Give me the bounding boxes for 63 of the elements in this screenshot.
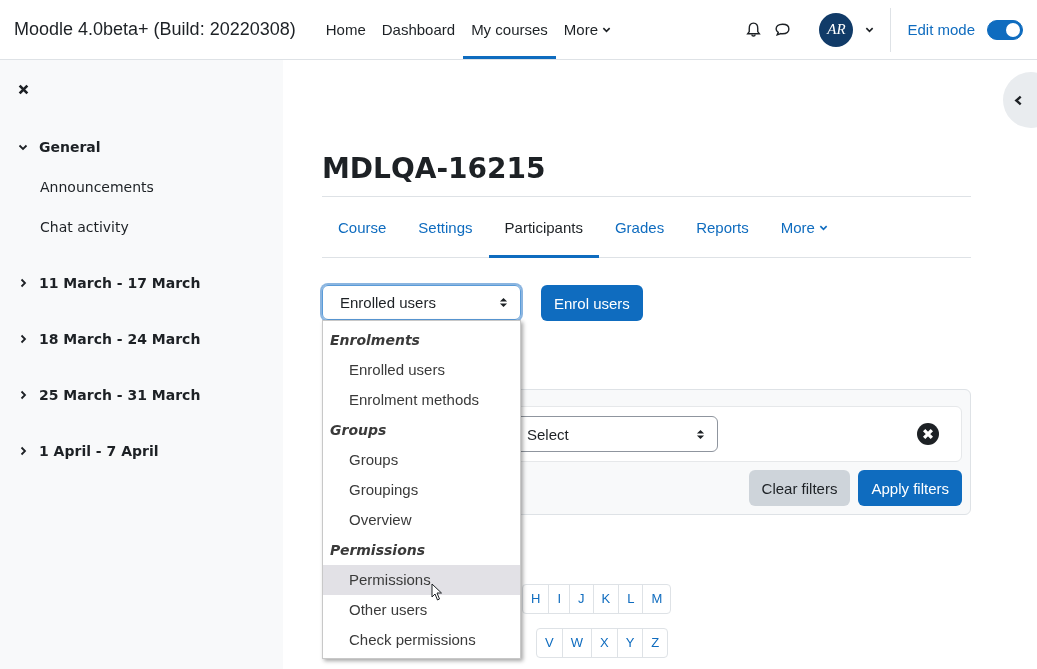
apply-filters-button[interactable]: Apply filters: [858, 470, 962, 506]
initial-letter-link[interactable]: X: [590, 628, 618, 658]
chevron-down-icon: [818, 223, 828, 232]
edit-mode-label: Edit mode: [907, 21, 975, 38]
initial-letter-link[interactable]: I: [548, 584, 570, 614]
section-title[interactable]: 1 April - 7 April: [39, 443, 159, 459]
enrol-users-button[interactable]: Enrol users: [541, 285, 643, 321]
nav-link[interactable]: More: [555, 0, 619, 59]
section-chevron-icon[interactable]: [18, 278, 28, 288]
dropdown-option[interactable]: Enrolled users: [323, 355, 520, 385]
course-tab[interactable]: Participants: [488, 197, 599, 258]
section-title[interactable]: 25 March - 31 March: [39, 387, 201, 403]
dropdown-option[interactable]: Permissions: [323, 565, 520, 595]
option-group-label: Enrolments: [329, 331, 421, 350]
option-group-label: Permissions: [329, 541, 427, 560]
edit-mode-toggle[interactable]: [987, 19, 1023, 40]
option-group-label: Groups: [329, 421, 388, 440]
mouse-cursor-icon: [431, 583, 443, 601]
course-tab[interactable]: Grades: [598, 197, 681, 258]
initial-letter-link[interactable]: M: [642, 584, 672, 614]
initial-letter-link[interactable]: J: [569, 584, 594, 614]
dropdown-option[interactable]: Enrolment methods: [323, 385, 520, 415]
activity-link[interactable]: Chat activity: [40, 219, 283, 235]
dropdown-option[interactable]: Groupings: [323, 475, 520, 505]
initial-letter-link[interactable]: K: [592, 584, 620, 614]
site-name[interactable]: Moodle 4.0beta+ (Build: 20220308): [14, 19, 296, 40]
course-tab[interactable]: Reports: [680, 197, 765, 258]
page-select[interactable]: Enrolled users: [322, 285, 521, 320]
chevron-left-icon: [1013, 94, 1024, 106]
section-chevron-icon[interactable]: [18, 390, 28, 400]
section-title[interactable]: General: [39, 139, 101, 155]
sort-arrows-icon: [696, 428, 705, 440]
dropdown-option[interactable]: Overview: [323, 505, 520, 535]
notification-bell-icon[interactable]: [745, 21, 763, 38]
course-title: MDLQA-16215: [322, 152, 547, 185]
nav-link[interactable]: Dashboard: [373, 0, 464, 59]
message-bubble-icon[interactable]: [774, 21, 792, 38]
initial-letter-link[interactable]: H: [522, 584, 550, 614]
sort-arrows-icon: [499, 297, 508, 308]
dropdown-option[interactable]: Check permissions: [323, 625, 520, 655]
nav-link[interactable]: My courses: [463, 0, 556, 59]
initial-letter-link[interactable]: Z: [642, 628, 669, 658]
course-tab[interactable]: Course: [322, 197, 403, 258]
section-title[interactable]: 11 March - 17 March: [39, 275, 201, 291]
initial-letter-link[interactable]: Y: [616, 628, 644, 658]
close-icon[interactable]: [18, 84, 29, 95]
course-tab[interactable]: Settings: [402, 197, 489, 258]
activity-link[interactable]: Announcements: [40, 179, 283, 195]
chevron-down-icon: [602, 25, 611, 34]
clear-filters-button[interactable]: Clear filters: [748, 470, 851, 506]
initial-letter-link[interactable]: V: [536, 628, 563, 658]
user-avatar[interactable]: AR: [819, 12, 854, 47]
remove-filter-icon[interactable]: [917, 423, 939, 445]
initial-letter-link[interactable]: L: [618, 584, 644, 614]
chevron-down-icon[interactable]: [865, 25, 875, 34]
section-chevron-icon[interactable]: [18, 334, 28, 344]
initial-letter-link[interactable]: W: [561, 628, 592, 658]
dropdown-option[interactable]: Other users: [323, 595, 520, 625]
section-chevron-icon[interactable]: [18, 142, 28, 152]
section-chevron-icon[interactable]: [18, 446, 28, 456]
nav-link[interactable]: Home: [317, 0, 374, 59]
course-tab[interactable]: More: [764, 197, 844, 258]
section-title[interactable]: 18 March - 24 March: [39, 331, 201, 347]
